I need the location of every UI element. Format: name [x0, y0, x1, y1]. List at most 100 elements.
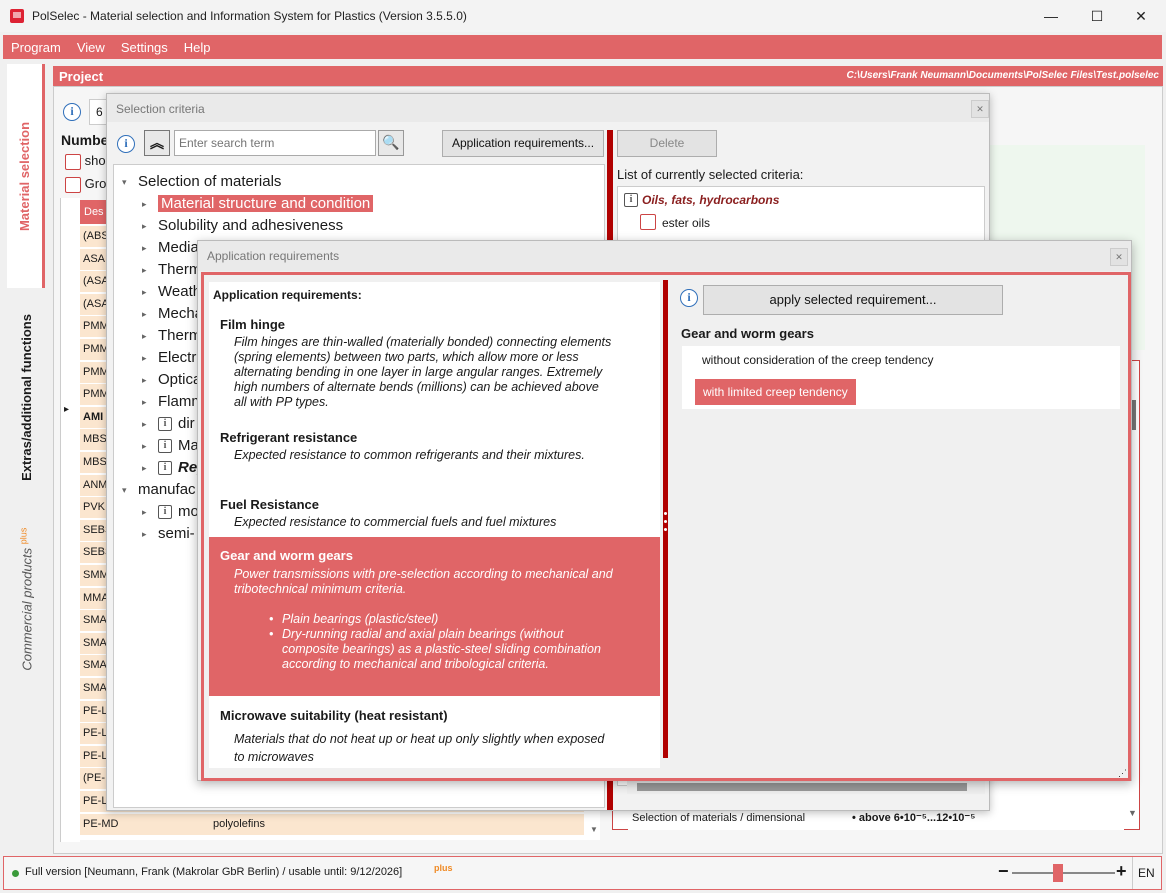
collapsed-arrow-icon[interactable]: ▸ — [142, 529, 147, 540]
collapsed-arrow-icon[interactable]: ▸ — [142, 331, 147, 342]
requirement-item[interactable]: Microwave suitability (heat resistant) Ma… — [209, 700, 660, 768]
criteria-hscroll[interactable] — [627, 780, 985, 794]
number-label: Numbe — [61, 132, 109, 148]
menu-help[interactable]: Help — [176, 40, 219, 55]
requirement-item[interactable]: Fuel Resistance Expected resistance to co… — [209, 489, 660, 533]
zoom-thumb[interactable] — [1053, 864, 1064, 882]
requirement-title: Gear and worm gears — [220, 548, 353, 563]
tree-node[interactable]: Media — [158, 239, 199, 256]
criteria-hscroll-thumb[interactable] — [637, 783, 967, 791]
group-option[interactable]: Gro — [65, 176, 106, 193]
expanded-arrow-icon[interactable]: ▾ — [122, 485, 127, 496]
expanded-arrow-icon[interactable]: ▾ — [122, 177, 127, 188]
option-limited-creep[interactable]: with limited creep tendency — [695, 379, 856, 405]
close-button[interactable]: ✕ — [1118, 0, 1164, 32]
requirements-header: Application requirements: — [213, 288, 362, 302]
minimize-button[interactable]: — — [1028, 0, 1074, 32]
tree-node[interactable]: mo — [178, 503, 199, 520]
summary-row: Selection of materials / dimensional • a… — [628, 808, 1124, 830]
menu-program[interactable]: Program — [3, 40, 69, 55]
project-path: C:\Users\Frank Neumann\Documents\PolSele… — [846, 70, 1159, 81]
collapse-all-icon[interactable]: ︽ — [144, 130, 170, 156]
requirement-options: without consideration of the creep tende… — [682, 346, 1120, 409]
collapsed-arrow-icon[interactable]: ▸ — [142, 287, 147, 298]
selection-window-title: Selection criteria — [116, 102, 205, 116]
node-info-icon[interactable]: i — [158, 461, 172, 475]
show-checkbox[interactable] — [65, 153, 81, 170]
tab-extras[interactable]: Extras/additional functions — [7, 292, 45, 502]
collapsed-arrow-icon[interactable]: ▸ — [142, 463, 147, 474]
tab-commercial-products[interactable]: Commercial products plus — [7, 514, 45, 684]
criteria-checkbox[interactable] — [640, 214, 656, 230]
scroll-down-arrow[interactable]: ▼ — [1128, 808, 1137, 818]
zoom-slider[interactable] — [1012, 864, 1115, 882]
collapsed-arrow-icon[interactable]: ▸ — [142, 265, 147, 276]
requirement-title: Film hinge — [220, 317, 285, 332]
title-bar: PolSelec - Material selection and Inform… — [0, 0, 1166, 32]
tree-node[interactable]: Weath — [158, 283, 201, 300]
app-window-title: Application requirements — [207, 249, 340, 263]
node-info-icon[interactable]: i — [158, 505, 172, 519]
collapsed-arrow-icon[interactable]: ▸ — [142, 243, 147, 254]
left-tab-strip: Material selection Extras/additional fun… — [7, 64, 45, 684]
cell-designation: PE-MD — [80, 813, 210, 835]
menu-settings[interactable]: Settings — [113, 40, 176, 55]
tree-node[interactable]: Electri — [158, 349, 200, 366]
table-scroll-down[interactable]: ▼ — [590, 825, 598, 834]
collapsed-arrow-icon[interactable]: ▸ — [142, 221, 147, 232]
collapsed-arrow-icon[interactable]: ▸ — [142, 397, 147, 408]
application-requirements-button[interactable]: Application requirements... — [442, 130, 604, 157]
collapsed-arrow-icon[interactable]: ▸ — [142, 309, 147, 320]
project-bar: Project C:\Users\Frank Neumann\Documents… — [53, 66, 1163, 86]
collapsed-arrow-icon[interactable]: ▸ — [142, 441, 147, 452]
language-indicator[interactable]: EN — [1138, 866, 1155, 880]
requirement-item[interactable]: Gear and worm gears Power transmissions w… — [209, 537, 660, 696]
requirements-list: Application requirements: Film hinge Film… — [209, 282, 660, 768]
tree-node[interactable]: Therm — [158, 327, 201, 344]
collapsed-arrow-icon[interactable]: ▸ — [142, 507, 147, 518]
criteria-info-icon[interactable]: i — [624, 193, 638, 207]
splitter-grip-icon — [664, 528, 667, 531]
tree-node[interactable]: Ma — [178, 437, 199, 454]
tree-node[interactable]: Optica — [158, 371, 201, 388]
node-info-icon[interactable]: i — [158, 417, 172, 431]
tree-node[interactable]: Material structure and condition — [158, 195, 374, 212]
search-input[interactable] — [174, 130, 376, 156]
collapsed-arrow-icon[interactable]: ▸ — [142, 375, 147, 386]
selection-window-close-icon[interactable]: ✕ — [971, 100, 989, 118]
menu-view[interactable]: View — [69, 40, 113, 55]
app-window-close-icon[interactable]: ✕ — [1110, 248, 1128, 266]
show-option[interactable]: sho — [65, 153, 106, 170]
selection-info-icon[interactable]: i — [117, 135, 135, 153]
requirement-item[interactable]: Film hinge Film hinges are thin-walled (m… — [209, 309, 660, 413]
delete-button[interactable]: Delete — [617, 130, 717, 157]
collapsed-arrow-icon[interactable]: ▸ — [142, 353, 147, 364]
tree-node[interactable]: semi- — [158, 525, 195, 542]
requirement-item[interactable]: Refrigerant resistance Expected resistanc… — [209, 422, 660, 476]
detail-info-icon[interactable]: i — [680, 289, 698, 307]
tree-node[interactable]: Therm — [158, 261, 201, 278]
tab-material-selection[interactable]: Material selection — [7, 64, 45, 288]
zoom-in-button[interactable]: + — [1116, 861, 1127, 882]
maximize-button[interactable]: ☐ — [1074, 0, 1120, 32]
app-splitter[interactable] — [663, 280, 668, 758]
table-row[interactable]: PE-MD polyolefins — [80, 813, 600, 836]
collapsed-arrow-icon[interactable]: ▸ — [142, 419, 147, 430]
app-icon — [10, 9, 24, 23]
zoom-out-button[interactable]: − — [998, 861, 1009, 882]
option-without-creep[interactable]: without consideration of the creep tende… — [702, 353, 933, 367]
tree-node[interactable]: Solubility and adhesiveness — [158, 217, 343, 234]
info-icon[interactable]: i — [63, 103, 81, 121]
tree-node[interactable]: dir — [178, 415, 195, 432]
requirement-title: Fuel Resistance — [220, 497, 319, 512]
group-checkbox[interactable] — [65, 176, 81, 193]
tree-node[interactable]: manufac — [138, 481, 196, 498]
tab-extras-label: Extras/additional functions — [18, 313, 34, 481]
resize-grip-icon[interactable]: ⋰ — [1118, 768, 1127, 779]
node-info-icon[interactable]: i — [158, 439, 172, 453]
apply-requirement-button[interactable]: apply selected requirement... — [703, 285, 1003, 315]
group-label: Gro — [84, 176, 107, 191]
collapsed-arrow-icon[interactable]: ▸ — [142, 199, 147, 210]
tree-node[interactable]: Selection of materials — [138, 173, 281, 190]
search-icon[interactable]: 🔍 — [378, 130, 404, 156]
